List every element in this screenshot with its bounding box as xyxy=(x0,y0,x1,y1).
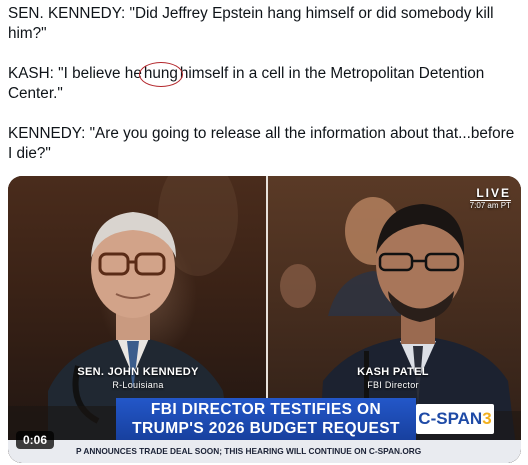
left-speaker-name: SEN. JOHN KENNEDY xyxy=(77,366,199,378)
tweet-line-kash-answer: KASH: "I believe he hung himself in a cell… xyxy=(8,62,520,104)
cspan-name: C-SPAN xyxy=(418,409,483,428)
live-time: 7:07 am PT xyxy=(469,201,511,210)
tweet-line-kennedy-question: SEN. KENNEDY: "Did Jeffrey Epstein hang … xyxy=(8,5,494,42)
video-duration: 0:06 xyxy=(16,431,55,449)
cspan-number: 3 xyxy=(482,409,492,428)
tweet-line-kennedy-followup: KENNEDY: "Are you going to release all t… xyxy=(8,125,515,162)
chyron-headline: FBI DIRECTOR TESTIFIES ON TRUMP'S 2026 B… xyxy=(116,398,416,442)
news-ticker: P ANNOUNCES TRADE DEAL SOON; THIS HEARIN… xyxy=(8,440,521,463)
live-label: LIVE xyxy=(469,186,511,201)
tweet-text: SEN. KENNEDY: "Did Jeffrey Epstein hang … xyxy=(8,4,520,164)
right-speaker-title: FBI Director xyxy=(367,380,419,390)
circled-word-hung: hung xyxy=(138,62,183,87)
headline-line-1: FBI DIRECTOR TESTIFIES ON xyxy=(150,401,382,418)
headline-line-2: TRUMP'S 2026 BUDGET REQUEST xyxy=(132,420,400,437)
cspan-logo: C-SPAN3 xyxy=(416,404,494,434)
left-speaker-title: R-Louisiana xyxy=(112,380,164,390)
right-name-plate: KASH PATEL FBI Director xyxy=(338,366,448,392)
live-badge: LIVE 7:07 am PT xyxy=(469,186,511,210)
left-name-plate: SEN. JOHN KENNEDY R-Louisiana xyxy=(63,366,213,392)
right-speaker-name: KASH PATEL xyxy=(357,366,429,378)
kash-answer-start: KASH: "I believe he xyxy=(8,65,142,82)
video-player[interactable]: SEN. JOHN KENNEDY R-Louisiana LIVE 7:07 … xyxy=(8,176,521,463)
